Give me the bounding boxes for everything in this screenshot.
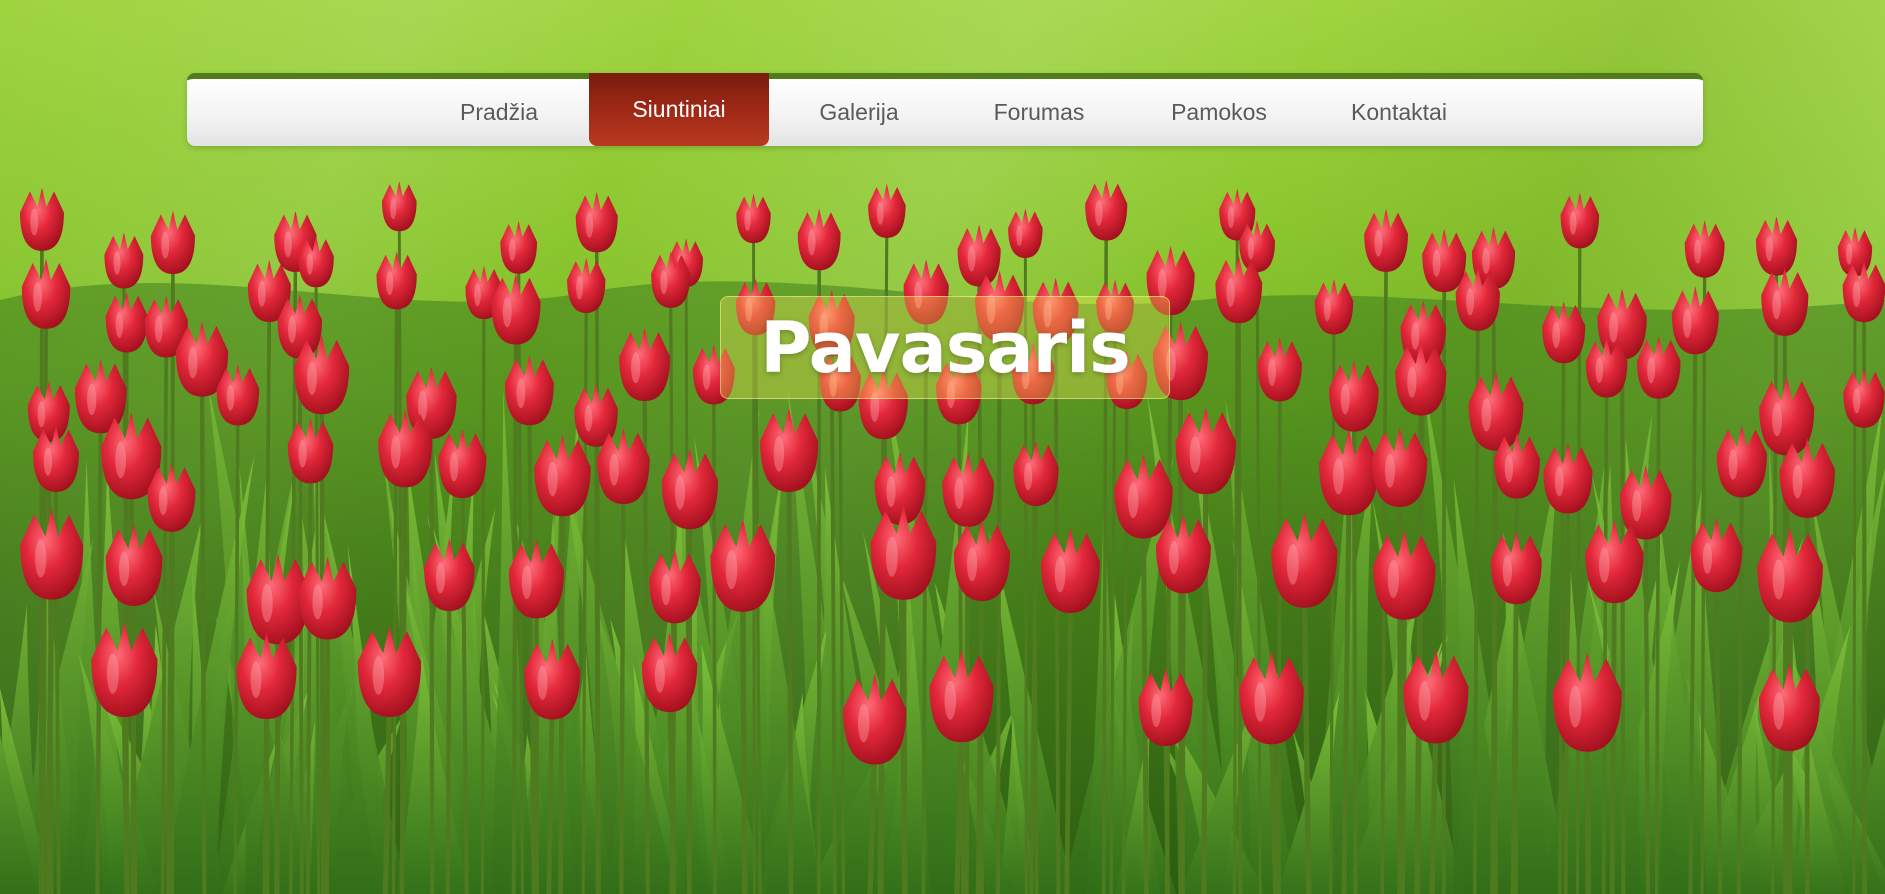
nav-item-pradzia[interactable]: Pradžia <box>409 79 589 146</box>
hero-title-box: Pavasaris <box>720 296 1170 399</box>
nav-item-kontaktai[interactable]: Kontaktai <box>1309 79 1489 146</box>
page-title: Pavasaris <box>760 306 1131 389</box>
nav-menu: Pradžia Siuntiniai Galerija Forumas Pamo… <box>187 73 1703 146</box>
main-navbar: Pradžia Siuntiniai Galerija Forumas Pamo… <box>187 73 1703 146</box>
nav-item-siuntiniai[interactable]: Siuntiniai <box>589 73 769 146</box>
nav-item-galerija[interactable]: Galerija <box>769 79 949 146</box>
nav-item-pamokos[interactable]: Pamokos <box>1129 79 1309 146</box>
nav-item-forumas[interactable]: Forumas <box>949 79 1129 146</box>
